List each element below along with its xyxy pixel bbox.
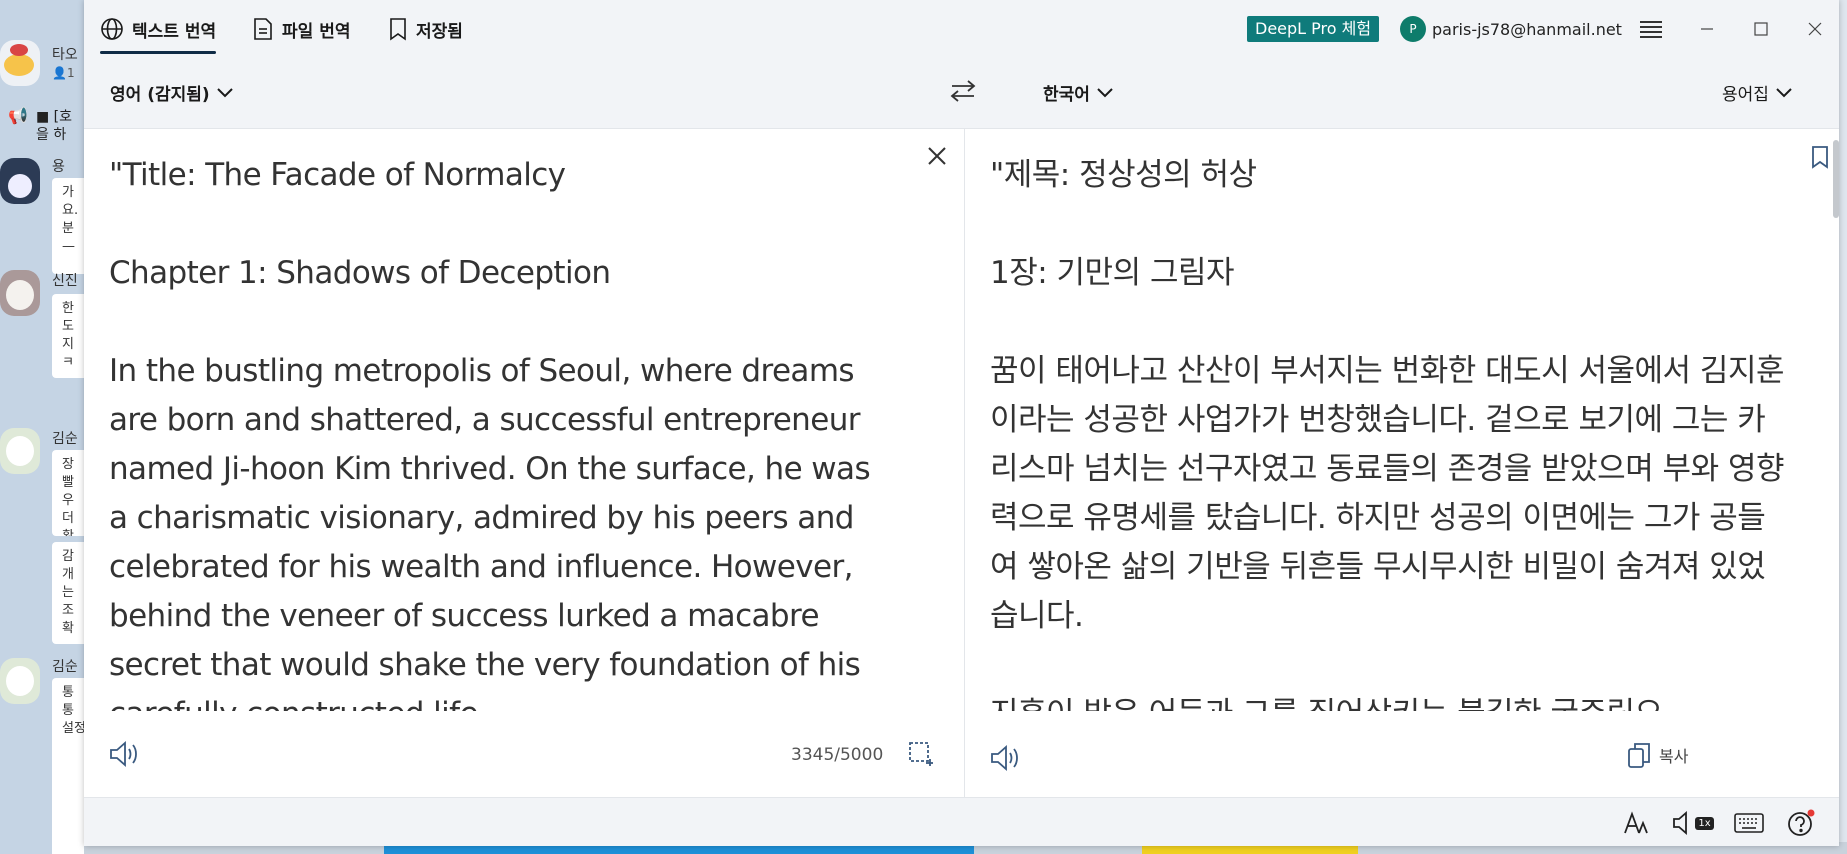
text-size-button[interactable] — [1620, 808, 1650, 838]
chat-name: 타오 — [52, 47, 78, 63]
speaker-icon — [991, 745, 1018, 771]
chat-name: 용 — [52, 159, 65, 175]
screen-capture-icon — [909, 742, 933, 766]
tab-saved[interactable]: 저장됨 — [388, 0, 463, 58]
account-email: paris-js78@hanmail.net — [1432, 19, 1622, 39]
chat-bubble: 감 개 는 조 확 — [52, 542, 84, 644]
target-panel: "제목: 정상성의 허상 1장: 기만의 그림자 꿈이 태어나고 산산이 부서지… — [965, 129, 1839, 797]
glossary-label: 용어집 — [1722, 85, 1769, 105]
target-language-label: 한국어 — [1043, 85, 1090, 105]
title-bar: 텍스트 번역 파일 번역 저장됨 DeepL Pro 체험 P paris-js… — [84, 0, 1839, 58]
swap-languages-button[interactable] — [948, 76, 978, 106]
chat-name: 김순 — [52, 659, 78, 675]
clear-text-button[interactable] — [922, 141, 952, 171]
account-menu[interactable]: P paris-js78@hanmail.net — [1400, 16, 1622, 42]
speaker-icon — [110, 741, 137, 767]
font-size-icon — [1624, 811, 1648, 834]
source-text-input[interactable]: "Title: The Facade of Normalcy Chapter 1… — [109, 151, 879, 711]
chat-avatar[interactable] — [0, 270, 40, 316]
bookmark-icon — [1812, 146, 1828, 169]
target-language-select[interactable]: 한국어 — [1043, 80, 1114, 105]
chat-bubble: 가 요. 분 — — [52, 178, 84, 274]
translated-text: "제목: 정상성의 허상 1장: 기만의 그림자 꿈이 태어나고 산산이 부서지… — [990, 157, 1785, 711]
save-translation-button[interactable] — [1807, 143, 1833, 171]
scrollbar[interactable] — [1833, 140, 1839, 218]
speaker-icon — [1673, 811, 1688, 835]
chevron-down-icon — [1097, 87, 1113, 97]
copy-label: 복사 — [1659, 747, 1689, 766]
globe-icon — [101, 18, 123, 40]
speech-speed-button[interactable]: 1x — [1670, 808, 1716, 838]
chat-bubble: 한 도 지 ㅋ — [52, 294, 84, 378]
chat-avatar[interactable] — [0, 40, 40, 86]
close-window-button[interactable] — [1800, 14, 1830, 44]
menu-button[interactable] — [1636, 14, 1666, 44]
status-bar: 1x — [84, 797, 1839, 846]
chat-bubble: 장 빨 우 더 확 — [52, 450, 84, 536]
bookmark-icon — [390, 18, 406, 41]
minimize-button[interactable] — [1692, 14, 1722, 44]
pro-trial-badge[interactable]: DeepL Pro 체험 — [1247, 16, 1380, 42]
tab-label: 파일 번역 — [282, 21, 351, 42]
chevron-down-icon — [1776, 87, 1792, 97]
chat-avatar[interactable] — [0, 158, 40, 204]
megaphone-icon: 📢 — [8, 106, 28, 125]
copy-button[interactable]: 복사 — [1627, 741, 1688, 769]
notice-text: ■ [호 을 하 — [36, 109, 73, 143]
tab-label: 저장됨 — [416, 21, 463, 42]
deepl-window: 텍스트 번역 파일 번역 저장됨 DeepL Pro 체험 P paris-js… — [84, 0, 1839, 846]
listen-target-button[interactable] — [987, 741, 1023, 775]
chevron-down-icon — [216, 87, 233, 97]
help-button[interactable] — [1784, 808, 1818, 838]
person-icon: 👤 — [52, 66, 67, 80]
speed-badge: 1x — [1695, 816, 1714, 830]
tab-label: 텍스트 번역 — [132, 21, 217, 42]
listen-source-button[interactable] — [106, 737, 142, 771]
swap-icon — [950, 80, 976, 102]
close-icon — [1808, 22, 1822, 36]
keyboard-shortcuts-button[interactable] — [1732, 808, 1766, 838]
chat-bubble: 통 통 설정이 되어 있나봅니다 — [52, 678, 84, 854]
avatar: P — [1400, 16, 1426, 42]
character-count: 3345/5000 — [791, 745, 884, 765]
maximize-icon — [1754, 22, 1768, 36]
source-panel: "Title: The Facade of Normalcy Chapter 1… — [84, 129, 964, 797]
copy-icon — [1628, 743, 1650, 768]
maximize-button[interactable] — [1746, 14, 1776, 44]
chat-member-count: 👤1 — [52, 66, 75, 80]
select-area-button[interactable] — [906, 739, 936, 769]
source-language-label: 영어 (감지됨) — [110, 85, 210, 105]
language-bar: 영어 (감지됨) 한국어 용어집 — [84, 58, 1839, 129]
hamburger-icon — [1640, 21, 1662, 38]
tab-file-translation[interactable]: 파일 번역 — [252, 0, 350, 58]
tab-text-translation[interactable]: 텍스트 번역 — [100, 0, 217, 58]
document-icon — [254, 18, 272, 40]
chat-name: 김순 — [52, 431, 78, 447]
minimize-icon — [1701, 28, 1713, 30]
glossary-button[interactable]: 용어집 — [1722, 80, 1793, 105]
close-icon — [928, 147, 946, 165]
keyboard-icon — [1734, 813, 1764, 833]
chat-avatar[interactable] — [0, 428, 40, 474]
help-icon — [1788, 809, 1815, 836]
chat-avatar[interactable] — [0, 658, 40, 704]
source-language-select[interactable]: 영어 (감지됨) — [110, 80, 234, 105]
chat-name: 신진 — [52, 273, 78, 289]
background-chat-app: 타오 👤1 📢 ■ [호 을 하 용 가 요. 분 — 신진 한 도 지 ㅋ 김… — [0, 0, 84, 854]
